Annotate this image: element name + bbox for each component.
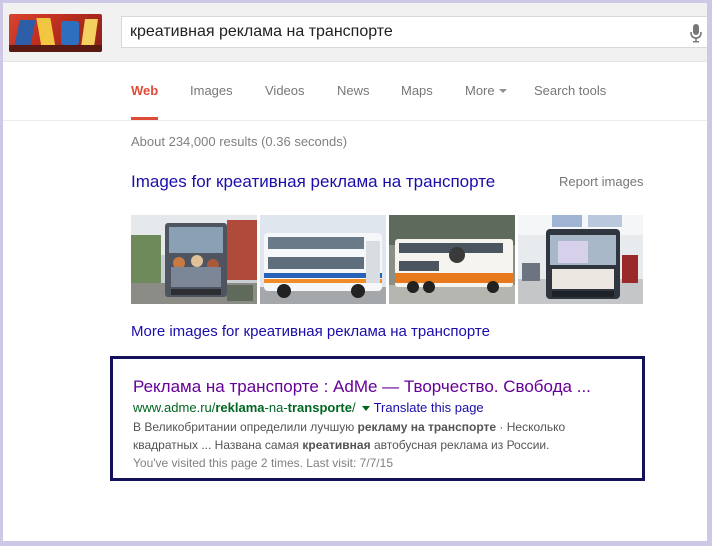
- image-thumbnail[interactable]: [518, 215, 643, 304]
- search-header: [3, 3, 707, 62]
- snippet-keyword: рекламу на транспорте: [357, 420, 497, 434]
- result-url-suffix: /: [351, 400, 356, 415]
- result-title-link[interactable]: Реклама на транспорте : AdMe — Творчеств…: [133, 377, 591, 397]
- tab-more[interactable]: More: [465, 63, 507, 118]
- snippet-text: квадратных ... Названа самая: [133, 438, 303, 452]
- image-thumbnails: [131, 215, 643, 304]
- snippet-text: · Несколько: [496, 420, 566, 434]
- tab-search-tools[interactable]: Search tools: [534, 63, 606, 118]
- dropdown-caret-icon: [498, 88, 507, 93]
- dropdown-caret-icon[interactable]: [361, 406, 370, 412]
- search-input[interactable]: [130, 17, 670, 47]
- more-images-link[interactable]: More images for креативная реклама на тр…: [131, 323, 490, 340]
- snippet-keyword: креативная: [302, 438, 371, 452]
- result-url-keyword: transporte: [287, 400, 352, 415]
- result-url-prefix: www.adme.ru/: [133, 400, 216, 415]
- result-url-keyword: reklama: [215, 400, 265, 415]
- report-images-link[interactable]: Report images: [559, 174, 644, 189]
- microphone-icon[interactable]: [688, 23, 704, 43]
- highlighted-search-result: Реклама на транспорте : AdMe — Творчеств…: [110, 356, 645, 481]
- snippet-text: В Великобритании определили лучшую: [133, 420, 358, 434]
- search-box[interactable]: [121, 16, 707, 48]
- result-snippet-line-2: квадратных ... Названа самая креативная …: [133, 438, 549, 452]
- google-doodle-logo[interactable]: [9, 14, 102, 52]
- tab-maps[interactable]: Maps: [401, 63, 433, 118]
- images-heading-link[interactable]: Images for креативная реклама на транспо…: [131, 172, 495, 192]
- visited-note: You've visited this page 2 times. Last v…: [133, 456, 393, 470]
- tab-news[interactable]: News: [337, 63, 370, 118]
- tab-videos[interactable]: Videos: [265, 63, 305, 118]
- result-snippet-line-1: В Великобритании определили лучшую рекла…: [133, 420, 565, 434]
- tab-more-label: More: [465, 83, 495, 98]
- image-thumbnail[interactable]: [389, 215, 515, 304]
- result-url: www.adme.ru/reklama-na-transporte/ Transl…: [133, 400, 484, 415]
- search-tabs: Web Images Videos News Maps More Search …: [3, 63, 707, 121]
- search-results-page: Web Images Videos News Maps More Search …: [3, 3, 707, 541]
- snippet-text: автобусная реклама из России.: [370, 438, 550, 452]
- translate-page-link[interactable]: Translate this page: [374, 400, 484, 415]
- image-thumbnail[interactable]: [260, 215, 386, 304]
- result-url-mid: -na-: [264, 400, 288, 415]
- image-thumbnail[interactable]: [131, 215, 257, 304]
- tab-images[interactable]: Images: [190, 63, 233, 118]
- result-stats: About 234,000 results (0.36 seconds): [131, 134, 348, 149]
- tab-web[interactable]: Web: [131, 63, 159, 120]
